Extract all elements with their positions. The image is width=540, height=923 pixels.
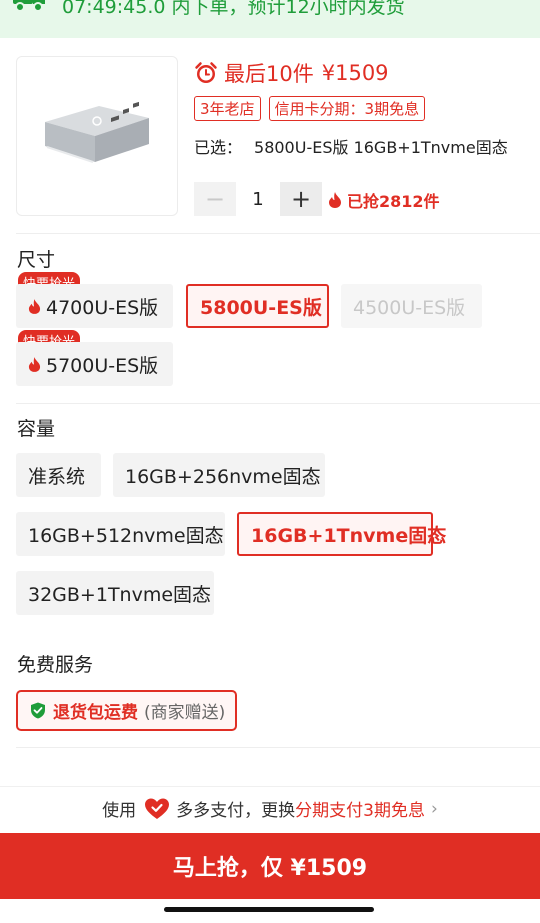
capacity-option-label: 16GB+512nvme固态: [28, 524, 224, 547]
service-note: (商家赠送): [144, 703, 226, 723]
divider: [16, 747, 540, 748]
shield-check-icon: [31, 702, 45, 719]
quantity-decrease-button[interactable]: −: [194, 182, 236, 216]
payment-prefix: 使用: [102, 801, 137, 821]
capacity-option-16gb-1t[interactable]: 16GB+1Tnvme固态: [237, 512, 446, 556]
flame-icon: [329, 192, 341, 208]
selected-value: 5800U-ES版 16GB+1Tnvme固态: [254, 138, 508, 157]
service-name: 退货包运费: [53, 703, 138, 723]
delivery-banner: 07:49:45.0 内下单，预计12小时内发货: [0, 0, 540, 38]
payment-installment-offer: 分期支付3期免息: [295, 801, 425, 821]
payment-brand: 多多支付，更换: [176, 801, 296, 821]
capacity-option-16gb-512[interactable]: 16GB+512nvme固态: [16, 512, 225, 556]
delivery-truck-icon: [13, 0, 45, 12]
duoduo-pay-heart-icon: [145, 798, 170, 819]
alarm-clock-icon: [195, 62, 217, 83]
size-option-5700u[interactable]: 5700U-ES版: [16, 342, 173, 386]
size-option-4500u[interactable]: 4500U-ES版: [341, 284, 482, 328]
quantity-value[interactable]: 1: [236, 189, 280, 210]
mini-pc-product-image: [45, 101, 149, 163]
capacity-option-32gb-1t[interactable]: 32GB+1Tnvme固态: [16, 571, 214, 615]
quantity-stepper: − 1 +: [194, 182, 322, 216]
service-section-title: 免费服务: [17, 654, 94, 676]
section-separator: [0, 786, 540, 787]
shop-age-tag: 3年老店: [194, 96, 261, 121]
delivery-banner-text: 07:49:45.0 内下单，预计12小时内发货: [62, 0, 405, 18]
size-option-label: 5700U-ES版: [46, 354, 159, 377]
flame-icon: [28, 298, 41, 314]
chevron-right-icon: ›: [431, 798, 438, 819]
flame-icon: [28, 356, 41, 372]
quantity-increase-button[interactable]: +: [280, 182, 322, 216]
free-return-shipping-service[interactable]: 退货包运费 (商家赠送): [16, 690, 238, 731]
selected-label: 已选：: [194, 138, 243, 157]
capacity-option-label: 准系统: [28, 465, 86, 488]
size-option-label: 4700U-ES版: [46, 296, 159, 319]
installment-tag: 信用卡分期：3期免息: [268, 96, 426, 121]
divider: [16, 233, 540, 234]
capacity-option-label: 32GB+1Tnvme固态: [28, 583, 212, 606]
capacity-section-title: 容量: [17, 418, 56, 440]
capacity-option-barebone[interactable]: 准系统: [16, 453, 101, 497]
capacity-option-16gb-256[interactable]: 16GB+256nvme固态: [113, 453, 325, 497]
sold-count: 已抢2812件: [328, 188, 440, 212]
stock-remaining: 最后10件: [224, 62, 314, 86]
size-option-4700u[interactable]: 4700U-ES版: [16, 284, 173, 328]
payment-method-line[interactable]: 使用 多多支付，更换 分期支付3期免息 ›: [0, 796, 540, 821]
product-tags: 3年老店 信用卡分期：3期免息: [194, 96, 426, 121]
size-section-title: 尺寸: [17, 249, 56, 271]
sold-count-text: 已抢2812件: [347, 192, 440, 211]
capacity-option-label: 16GB+256nvme固态: [125, 465, 321, 488]
home-indicator[interactable]: [164, 907, 374, 912]
selected-spec: 已选： 5800U-ES版 16GB+1Tnvme固态: [194, 134, 508, 158]
size-option-label: 4500U-ES版: [353, 296, 466, 319]
divider: [16, 403, 540, 404]
capacity-option-label: 16GB+1Tnvme固态: [251, 524, 447, 547]
price-row: 最后10件 ¥1509: [194, 58, 389, 88]
size-option-5800u[interactable]: 5800U-ES版: [186, 284, 329, 328]
buy-now-button[interactable]: 马上抢，仅 ¥1509: [0, 833, 540, 899]
product-thumbnail[interactable]: [16, 56, 178, 216]
product-price: ¥1509: [321, 61, 389, 85]
size-option-label: 5800U-ES版: [200, 296, 322, 319]
